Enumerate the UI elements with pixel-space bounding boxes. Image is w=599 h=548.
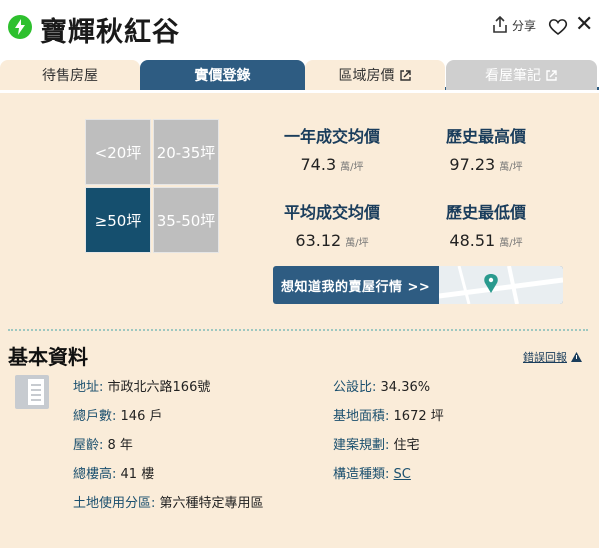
tab-label: 看屋筆記	[485, 68, 541, 84]
size-filter-35-50[interactable]: 35-50坪	[153, 187, 219, 253]
info-structure: 構造種類: SC	[333, 467, 411, 482]
external-link-icon	[546, 69, 557, 81]
banner-text: 想知道我的賣屋行情 >>	[281, 280, 431, 295]
stat-average: 平均成交均價 63.12 萬/坪	[270, 199, 394, 250]
info-age: 屋齡: 8 年	[73, 438, 133, 453]
share-label: 分享	[512, 18, 537, 33]
structure-link[interactable]: SC	[394, 467, 411, 482]
size-filter-under-20[interactable]: <20坪	[85, 119, 151, 185]
share-button[interactable]: 分享	[492, 16, 536, 34]
section-divider	[8, 329, 588, 331]
close-icon[interactable]: ✕	[575, 14, 593, 36]
stat-label: 歷史最高價	[435, 123, 537, 147]
size-filter-over-50[interactable]: ≥50坪	[85, 187, 151, 253]
info-floors: 總樓高: 41 樓	[73, 467, 155, 482]
stat-label: 平均成交均價	[273, 199, 391, 223]
tab-bar: 待售房屋 實價登錄 區域房價 看屋筆記	[0, 58, 599, 90]
map-thumbnail	[438, 266, 563, 304]
app-header: 寶輝秋紅谷 分享 ✕	[0, 0, 599, 58]
heart-icon[interactable]	[548, 18, 568, 40]
size-filter-20-35[interactable]: 20-35坪	[153, 119, 219, 185]
tab-label: 實價登錄	[194, 68, 251, 84]
info-address: 地址: 市政北六路166號	[73, 380, 211, 395]
tab-label: 待售房屋	[42, 68, 98, 84]
stat-value: 63.12 萬/坪	[295, 231, 369, 250]
external-link-icon	[399, 69, 411, 81]
stat-hist-low: 歷史最低價 48.51 萬/坪	[424, 199, 548, 250]
share-icon	[493, 16, 507, 33]
warning-icon	[571, 352, 582, 362]
building-doc-icon	[15, 375, 49, 409]
stat-value: 97.23 萬/坪	[449, 155, 523, 174]
stat-label: 一年成交均價	[273, 123, 391, 147]
size-filter-grid: <20坪 20-35坪 ≥50坪 35-50坪	[85, 119, 220, 255]
info-plan: 建案規劃: 住宅	[333, 438, 420, 453]
info-households: 總戶數: 146 戶	[73, 409, 163, 424]
tab-area-price[interactable]: 區域房價	[305, 60, 445, 90]
content-panel: <20坪 20-35坪 ≥50坪 35-50坪 一年成交均價 74.3 萬/坪 歷…	[0, 93, 599, 548]
tab-label: 區域房價	[338, 68, 395, 84]
stat-label: 歷史最低價	[435, 199, 537, 223]
section-title: 基本資料	[8, 345, 88, 369]
stat-hist-high: 歷史最高價 97.23 萬/坪	[424, 123, 548, 174]
stat-value: 48.51 萬/坪	[449, 231, 523, 250]
report-label: 錯誤回報	[523, 351, 567, 364]
lightning-icon	[8, 15, 32, 39]
tab-actual-price[interactable]: 實價登錄	[140, 60, 305, 90]
info-zoning: 土地使用分區: 第六種特定專用區	[73, 496, 264, 511]
stat-one-year: 一年成交均價 74.3 萬/坪	[270, 123, 394, 174]
stat-value: 74.3 萬/坪	[300, 155, 364, 174]
tab-viewing-notes[interactable]: 看屋筆記	[446, 60, 597, 90]
error-report-link[interactable]: 錯誤回報	[523, 349, 582, 365]
page-title: 寶輝秋紅谷	[40, 17, 180, 48]
tab-for-sale[interactable]: 待售房屋	[0, 60, 140, 90]
info-public-ratio: 公設比: 34.36%	[333, 380, 431, 395]
info-land-area: 基地面積: 1672 坪	[333, 409, 444, 424]
sell-estimate-banner[interactable]: 想知道我的賣屋行情 >>	[273, 266, 563, 304]
